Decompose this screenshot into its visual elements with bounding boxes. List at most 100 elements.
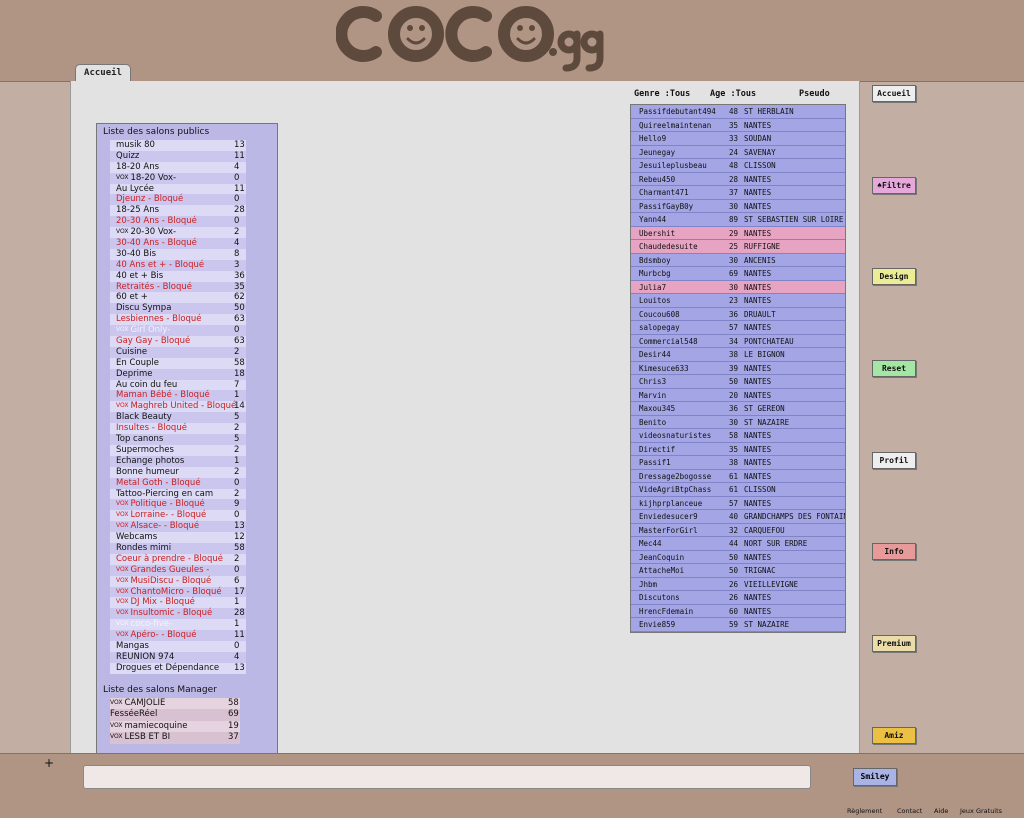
- user-row[interactable]: Kimesuce633 39 NANTES: [631, 362, 845, 375]
- room-item[interactable]: VOX coco-five- 1: [110, 619, 246, 631]
- room-item[interactable]: Black Beauty 5: [110, 412, 246, 424]
- room-item[interactable]: Insultes - Bloqué 2: [110, 423, 246, 435]
- user-row[interactable]: Rebeu450 28 NANTES: [631, 173, 845, 186]
- room-item[interactable]: Discu Sympa 50: [110, 303, 246, 315]
- room-item[interactable]: VOX Alsace- - Bloqué 13: [110, 521, 246, 533]
- user-row[interactable]: Ubershit 29 NANTES: [631, 226, 845, 240]
- room-item[interactable]: 20-30 Ans - Bloqué 0: [110, 216, 246, 228]
- user-row[interactable]: PassifGayB0y 30 NANTES: [631, 200, 845, 213]
- room-item[interactable]: Au coin du feu 7: [110, 379, 246, 391]
- room-item[interactable]: Deprime 18: [110, 368, 246, 380]
- user-row[interactable]: Chaudedesuite 25 RUFFIGNE: [631, 240, 845, 254]
- user-row[interactable]: Dressage2bogosse 61 NANTES: [631, 470, 845, 483]
- room-item[interactable]: 40 et + Bis 36: [110, 270, 246, 282]
- side-button-amiz[interactable]: Amiz: [872, 727, 916, 744]
- user-row[interactable]: Murbcbg 69 NANTES: [631, 267, 845, 281]
- user-row[interactable]: Envie859 59 ST NAZAIRE: [631, 618, 845, 632]
- user-row[interactable]: Julia7 30 NANTES: [631, 280, 845, 294]
- manager-room-item[interactable]: VOX mamiecoquine 19: [110, 720, 240, 733]
- user-row[interactable]: Bdsmboy 30 ANCENIS: [631, 254, 845, 267]
- user-row[interactable]: Quireelmaintenan 35 NANTES: [631, 119, 845, 132]
- coco-logo[interactable]: COCO.gg: [335, 2, 606, 78]
- side-button-info[interactable]: Info: [872, 543, 916, 560]
- room-item[interactable]: Coeur à prendre - Bloqué 2: [110, 553, 246, 565]
- user-row[interactable]: Jeunegay 24 SAVENAY: [631, 146, 845, 159]
- room-item[interactable]: Au Lycée 11: [110, 183, 246, 195]
- smiley-button[interactable]: Smiley: [853, 768, 897, 786]
- room-item[interactable]: Drogues et Dépendance 13: [110, 662, 246, 674]
- footer-link-contact[interactable]: Contact: [897, 807, 922, 815]
- manager-room-item[interactable]: VOX LESB ET BI 37: [110, 732, 240, 744]
- user-row[interactable]: Directif 35 NANTES: [631, 443, 845, 456]
- side-button-reset[interactable]: Reset: [872, 360, 916, 377]
- room-item[interactable]: En Couple 58: [110, 357, 246, 369]
- room-item[interactable]: VOX MusiDiscu - Bloqué 6: [110, 575, 246, 587]
- footer-link-aide[interactable]: Aide: [934, 807, 948, 815]
- room-item[interactable]: VOX Maghreb United - Bloqué 14: [110, 401, 246, 413]
- user-row[interactable]: Benito 30 ST NAZAIRE: [631, 416, 845, 429]
- room-item[interactable]: Lesbiennes - Bloqué 63: [110, 314, 246, 326]
- room-item[interactable]: VOX Insultomic - Bloqué 28: [110, 608, 246, 620]
- user-row[interactable]: Passif1 38 NANTES: [631, 456, 845, 470]
- pseudo-sort[interactable]: Pseudo: [799, 89, 830, 99]
- user-row[interactable]: JeanCoquin 50 NANTES: [631, 551, 845, 564]
- user-row[interactable]: Coucou608 36 DRUAULT: [631, 308, 845, 321]
- room-item[interactable]: Metal Goth - Bloqué 0: [110, 477, 246, 489]
- user-row[interactable]: AttacheMoi 50 TRIGNAC: [631, 564, 845, 578]
- user-row[interactable]: Discutons 26 NANTES: [631, 591, 845, 605]
- room-item[interactable]: Gay Gay - Bloqué 63: [110, 336, 246, 347]
- user-row[interactable]: Commercial548 34 PONTCHATEAU: [631, 335, 845, 348]
- footer-link-reglement[interactable]: Règlement: [847, 807, 882, 815]
- user-row[interactable]: Mec44 44 NORT SUR ERDRE: [631, 537, 845, 551]
- room-item[interactable]: Bonne humeur 2: [110, 466, 246, 478]
- room-item[interactable]: Tattoo-Piercing en cam 2: [110, 488, 246, 500]
- user-row[interactable]: Enviedesucer9 40 GRANDCHAMPS DES FONTAINES: [631, 510, 845, 524]
- manager-room-item[interactable]: VOX CAMJOLIE 58: [110, 697, 240, 710]
- user-row[interactable]: Charmant471 37 NANTES: [631, 186, 845, 200]
- room-item[interactable]: Djeunz - Bloqué 0: [110, 194, 246, 206]
- user-row[interactable]: HrencFdemain 60 NANTES: [631, 605, 845, 618]
- user-row[interactable]: Passifdebutant494 48 ST HERBLAIN: [631, 105, 845, 119]
- footer-link-jeux-gratuits[interactable]: Jeux Gratuits: [960, 807, 1002, 815]
- room-item[interactable]: VOX Apéro- - Bloqué 11: [110, 630, 246, 641]
- room-item[interactable]: VOX ChantoMicro - Bloqué 17: [110, 586, 246, 598]
- plus-button[interactable]: +: [44, 756, 54, 770]
- room-item[interactable]: VOX Girl Only- 0: [110, 325, 246, 337]
- room-item[interactable]: VOX 20-30 Vox- 2: [110, 227, 246, 239]
- room-item[interactable]: Maman Bébé - Bloqué 1: [110, 390, 246, 402]
- room-item[interactable]: VOX Politique - Bloqué 9: [110, 499, 246, 511]
- room-item[interactable]: Quizz 11: [110, 150, 246, 162]
- room-item[interactable]: Rondes mimi 58: [110, 542, 246, 554]
- room-item[interactable]: 60 et + 62: [110, 292, 246, 304]
- user-row[interactable]: Chris3 50 NANTES: [631, 375, 845, 389]
- room-item[interactable]: 18-20 Ans 4: [110, 161, 246, 173]
- room-item[interactable]: Echange photos 1: [110, 455, 246, 467]
- user-row[interactable]: Louitos 23 NANTES: [631, 294, 845, 308]
- user-row[interactable]: Jhbm 26 VIEILLEVIGNE: [631, 578, 845, 591]
- room-item[interactable]: Webcams 12: [110, 532, 246, 543]
- user-row[interactable]: Maxou345 36 ST GEREON: [631, 402, 845, 416]
- side-button-filtre[interactable]: ♠Filtre: [872, 177, 916, 194]
- user-row[interactable]: joel29872 ST NAZAIRE: [631, 632, 845, 633]
- room-item[interactable]: 30-40 Ans - Bloqué 4: [110, 238, 246, 249]
- room-item[interactable]: 30-40 Bis 8: [110, 248, 246, 260]
- age-filter[interactable]: Age :Tous: [710, 89, 756, 99]
- user-row[interactable]: Desir44 38 LE BIGNON: [631, 348, 845, 362]
- room-item[interactable]: VOX Grandes Gueules - 0: [110, 564, 246, 576]
- room-item[interactable]: musik 80 13: [110, 140, 246, 151]
- user-row[interactable]: Yann44 89 ST SEBASTIEN SUR LOIRE: [631, 213, 845, 227]
- room-item[interactable]: Supermoches 2: [110, 444, 246, 456]
- user-row[interactable]: salopegay 57 NANTES: [631, 321, 845, 335]
- room-item[interactable]: VOX Lorraine- - Bloqué 0: [110, 510, 246, 522]
- side-button-profil[interactable]: Profil: [872, 452, 916, 469]
- user-row[interactable]: kijhprplanceue 57 NANTES: [631, 497, 845, 510]
- room-item[interactable]: Retraités - Bloqué 35: [110, 281, 246, 293]
- side-button-design[interactable]: Design: [872, 268, 916, 285]
- room-item[interactable]: REUNION 974 4: [110, 651, 246, 663]
- user-row[interactable]: Jesuileplusbeau 48 CLISSON: [631, 159, 845, 173]
- side-button-premium[interactable]: Premium: [872, 635, 916, 652]
- room-item[interactable]: 18-25 Ans 28: [110, 205, 246, 217]
- room-item[interactable]: VOX DJ Mix - Bloqué 1: [110, 597, 246, 609]
- user-row[interactable]: videosnaturistes 58 NANTES: [631, 429, 845, 443]
- message-input[interactable]: [83, 765, 811, 789]
